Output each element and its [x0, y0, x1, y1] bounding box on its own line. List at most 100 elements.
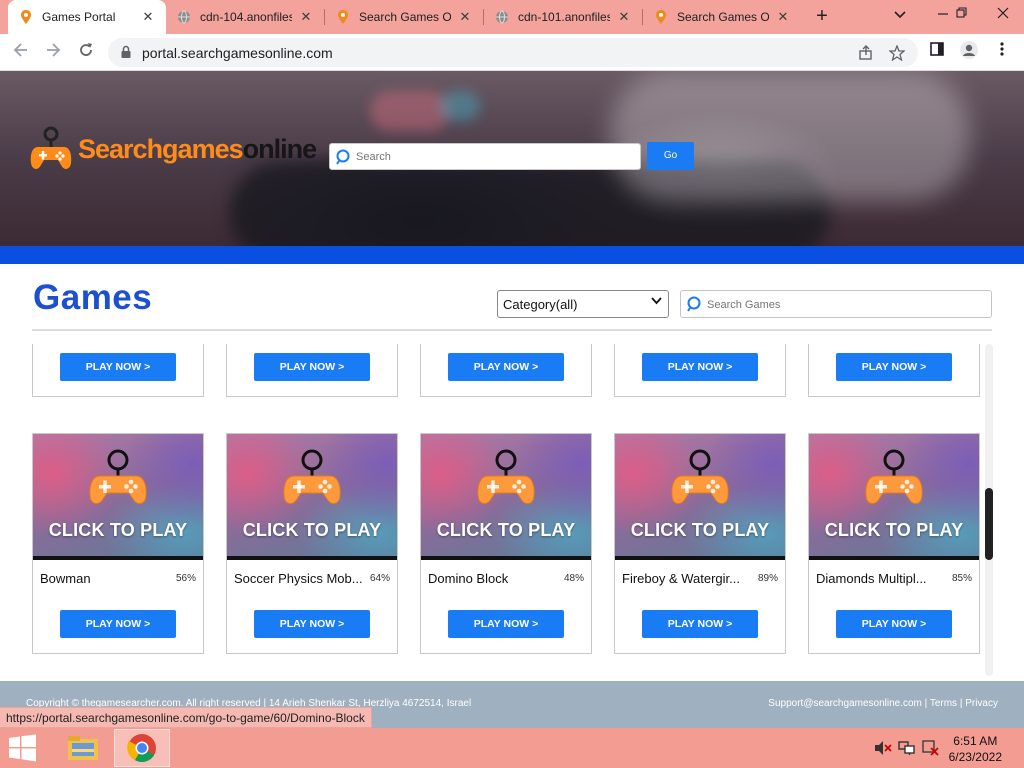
gamepad-icon [30, 126, 72, 169]
hero-search-box[interactable] [329, 143, 641, 170]
game-card: CLICK TO PLAY Fireboy & Watergir... 89% … [614, 433, 786, 654]
games-search-box[interactable] [680, 290, 992, 318]
taskbar-file-explorer[interactable] [55, 729, 111, 767]
game-card: CLICK TO PLAY Diamonds Multipl... 85% PL… [808, 433, 980, 654]
tab-cdn-104[interactable]: cdn-104.anonfiles ✕ [166, 0, 324, 34]
game-thumbnail[interactable]: CLICK TO PLAY [227, 434, 397, 556]
globe-icon [494, 9, 510, 25]
play-now-button[interactable]: PLAY NOW > [448, 353, 564, 381]
go-button[interactable]: Go [647, 142, 694, 170]
play-now-button[interactable]: PLAY NOW > [642, 610, 758, 638]
game-card: CLICK TO PLAY Bowman 56% PLAY NOW > [32, 433, 204, 654]
close-icon[interactable]: ✕ [140, 9, 156, 25]
system-clock[interactable]: 6:51 AM 6/23/2022 [949, 733, 1002, 765]
pin-icon [653, 9, 669, 25]
menu-button[interactable] [989, 40, 1015, 66]
game-name: Fireboy & Watergir... [622, 571, 740, 586]
play-now-button[interactable]: PLAY NOW > [60, 610, 176, 638]
search-icon [687, 296, 703, 317]
network-icon[interactable] [898, 740, 916, 756]
game-name: Soccer Physics Mob... [234, 571, 363, 586]
play-now-button[interactable]: PLAY NOW > [836, 353, 952, 381]
taskbar-chrome[interactable] [114, 729, 170, 767]
game-rating: 48% [563, 573, 584, 584]
tab-title: Search Games On [359, 10, 451, 24]
tab-cdn-101[interactable]: cdn-101.anonfiles ✕ [484, 0, 642, 34]
tab-title: cdn-101.anonfiles [518, 10, 610, 24]
tab-title: Search Games On [677, 10, 769, 24]
game-rating: 56% [175, 573, 196, 584]
category-value: Category(all) [503, 297, 578, 312]
close-icon[interactable]: ✕ [616, 9, 632, 25]
play-now-button[interactable]: PLAY NOW > [254, 610, 370, 638]
logo-text-part2: online [242, 133, 317, 164]
more-vertical-icon [1000, 42, 1004, 56]
click-to-play-label: CLICK TO PLAY [242, 520, 382, 540]
action-center-icon[interactable] [922, 740, 940, 756]
logo-text-part1: Searchgames [78, 133, 244, 164]
gamepad-icon [671, 449, 729, 504]
windows-icon [9, 734, 36, 762]
play-now-button[interactable]: PLAY NOW > [60, 353, 176, 381]
game-thumbnail[interactable]: CLICK TO PLAY [421, 434, 591, 556]
thumbnail-bar [615, 556, 785, 560]
tab-title: cdn-104.anonfiles [200, 10, 292, 24]
new-tab-button[interactable]: + [810, 5, 834, 29]
footer-links[interactable]: Support@searchgamesonline.com | Terms | … [768, 698, 998, 709]
game-thumbnail[interactable]: CLICK TO PLAY [33, 434, 203, 556]
reload-button[interactable] [73, 40, 99, 66]
address-bar[interactable]: portal.searchgamesonline.com [108, 38, 918, 67]
search-icon [336, 149, 352, 170]
hero-band [0, 246, 1024, 264]
side-panel-button[interactable] [924, 40, 950, 66]
tab-games-portal[interactable]: Games Portal ✕ [8, 0, 166, 34]
game-rating: 89% [757, 573, 778, 584]
close-icon [997, 7, 1009, 19]
clock-time: 6:51 AM [953, 734, 998, 748]
play-now-button[interactable]: PLAY NOW > [448, 610, 564, 638]
arrow-left-icon [13, 43, 27, 57]
back-button[interactable] [8, 40, 34, 66]
close-window-button[interactable] [985, 0, 1021, 30]
category-select[interactable]: Category(all) [497, 290, 669, 318]
tab-search-dropdown[interactable] [882, 0, 918, 30]
game-card-partial: PLAY NOW > [32, 344, 204, 397]
tab-search-games-1[interactable]: Search Games On ✕ [325, 0, 483, 34]
game-thumbnail[interactable]: CLICK TO PLAY [809, 434, 979, 556]
thumbnail-bar [33, 556, 203, 560]
globe-icon [176, 9, 192, 25]
volume-muted-icon[interactable] [874, 740, 892, 756]
hero-search-input[interactable] [356, 147, 636, 167]
play-now-button[interactable]: PLAY NOW > [642, 353, 758, 381]
forward-button[interactable] [40, 40, 66, 66]
game-card-partial: PLAY NOW > [808, 344, 980, 397]
close-icon[interactable]: ✕ [298, 9, 314, 25]
close-icon[interactable]: ✕ [775, 9, 791, 25]
close-icon[interactable]: ✕ [457, 9, 473, 25]
tab-search-games-2[interactable]: Search Games On ✕ [643, 0, 801, 34]
restore-button[interactable] [944, 0, 980, 30]
clock-date: 6/23/2022 [948, 750, 1002, 764]
games-scrollbar[interactable] [985, 344, 993, 676]
gamepad-icon [89, 449, 147, 504]
avatar-icon [960, 41, 978, 59]
start-button[interactable] [8, 734, 38, 767]
game-name: Diamonds Multipl... [816, 571, 927, 586]
play-now-button[interactable]: PLAY NOW > [254, 353, 370, 381]
gamepad-icon [477, 449, 535, 504]
profile-button[interactable] [956, 40, 982, 66]
play-now-button[interactable]: PLAY NOW > [836, 610, 952, 638]
game-thumbnail[interactable]: CLICK TO PLAY [615, 434, 785, 556]
game-rating: 85% [951, 573, 972, 584]
side-panel-icon [930, 42, 944, 56]
tab-title: Games Portal [42, 10, 116, 24]
star-icon[interactable] [888, 44, 907, 62]
restore-icon [956, 7, 967, 18]
taskbar: 6:51 AM 6/23/2022 [0, 728, 1024, 768]
games-search-input[interactable] [707, 296, 987, 314]
site-logo[interactable]: Searchgamesonline [30, 124, 317, 174]
click-to-play-label: CLICK TO PLAY [436, 520, 576, 540]
share-icon[interactable] [858, 45, 876, 61]
scrollbar-thumb[interactable] [985, 488, 993, 560]
gamepad-icon [283, 449, 341, 504]
